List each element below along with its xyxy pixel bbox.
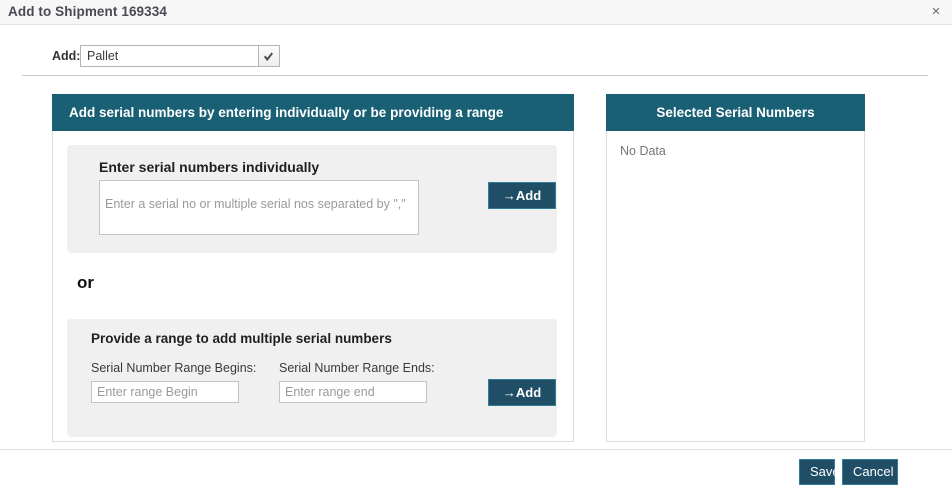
range-entry-title: Provide a range to add multiple serial n… [91, 331, 392, 346]
dialog-titlebar: Add to Shipment 169334 × [0, 0, 952, 25]
serial-numbers-textarea[interactable] [99, 180, 419, 235]
selected-serials-panel-header: Selected Serial Numbers [606, 94, 865, 131]
cancel-button[interactable]: Cancel [842, 459, 898, 485]
add-type-select[interactable]: Pallet [80, 45, 280, 67]
add-type-select-value: Pallet [87, 49, 118, 63]
selected-serials-empty-message: No Data [620, 144, 666, 158]
range-begin-label: Serial Number Range Begins: [91, 361, 256, 375]
save-button[interactable]: Save [799, 459, 835, 485]
range-entry-section: Provide a range to add multiple serial n… [67, 319, 557, 437]
range-end-input[interactable] [279, 381, 427, 403]
or-separator-label: or [77, 273, 94, 293]
add-range-button-label: Add [516, 385, 541, 400]
close-icon[interactable]: × [926, 2, 946, 22]
range-end-label: Serial Number Range Ends: [279, 361, 435, 375]
range-begin-input[interactable] [91, 381, 239, 403]
selected-serials-panel: Selected Serial Numbers No Data [606, 94, 865, 442]
add-individual-button-label: Add [516, 188, 541, 203]
arrow-right-icon: → [503, 385, 515, 400]
add-type-row: Add: Pallet [0, 45, 952, 69]
footer-divider [0, 449, 952, 450]
add-type-label: Add: [52, 49, 80, 63]
individual-entry-title: Enter serial numbers individually [99, 159, 319, 175]
arrow-right-icon: → [503, 188, 515, 203]
chevron-down-icon[interactable] [258, 46, 279, 66]
serial-entry-panel: Add serial numbers by entering individua… [52, 94, 574, 442]
header-divider [22, 75, 928, 76]
add-range-button[interactable]: →Add [488, 379, 556, 406]
serial-entry-panel-header: Add serial numbers by entering individua… [52, 94, 574, 131]
individual-entry-section: Enter serial numbers individually →Add [67, 145, 557, 253]
add-individual-button[interactable]: →Add [488, 182, 556, 209]
dialog-title: Add to Shipment 169334 [8, 4, 167, 19]
